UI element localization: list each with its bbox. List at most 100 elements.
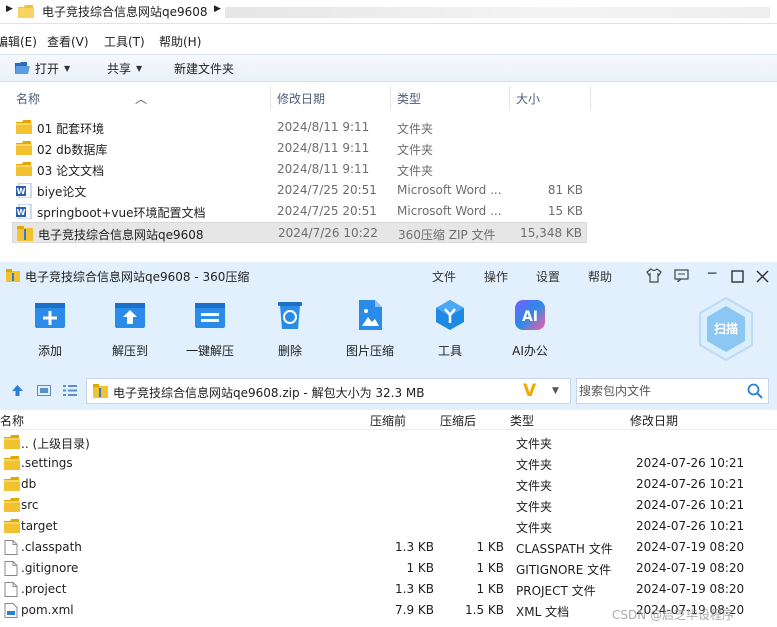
skin-shirt-icon[interactable] — [646, 268, 662, 283]
zip-menu-settings[interactable]: 设置 — [536, 268, 560, 285]
col-date[interactable]: 修改日期 — [277, 90, 325, 107]
file-type: 文件夹 — [397, 143, 434, 157]
file-row[interactable]: 03 论文文档 2024/8/11 9:11 文件夹 — [12, 159, 587, 180]
folder-icon — [4, 435, 20, 450]
feedback-icon[interactable] — [674, 269, 689, 282]
scan-button[interactable]: 扫描 — [697, 296, 755, 362]
zip-title-bar: 电子竞技综合信息网站qe9608 - 360压缩 文件 操作 设置 帮助 ─ — [0, 262, 777, 290]
file-name: 电子竞技综合信息网站qe9608 — [38, 228, 204, 242]
add-button[interactable]: 添加 — [14, 298, 86, 368]
v-logo-icon[interactable]: V — [523, 381, 536, 401]
file-name: 02 db数据库 — [37, 143, 108, 157]
zip-menu-file[interactable]: 文件 — [432, 268, 456, 285]
file-type: 文件夹 — [397, 164, 434, 178]
file-row[interactable]: Wbiye论文 2024/7/25 20:51 Microsoft Word ...… — [12, 180, 587, 201]
menu-bar: 编辑(E) 查看(V) 工具(T) 帮助(H) — [0, 30, 777, 52]
folder-icon — [16, 141, 32, 156]
tools-button[interactable]: 工具 — [414, 298, 486, 368]
col-name[interactable]: 名称 — [16, 90, 40, 107]
svg-text:W: W — [17, 208, 26, 217]
file-row[interactable]: 01 配套环境 2024/8/11 9:11 文件夹 — [12, 117, 587, 138]
up-arrow-icon[interactable] — [11, 384, 24, 397]
close-button[interactable] — [756, 270, 769, 283]
thumbnail-view-icon[interactable] — [37, 385, 51, 396]
entry-type: CLASSPATH 文件 — [516, 542, 613, 556]
sort-up-icon: ︿ — [135, 92, 148, 106]
search-icon[interactable] — [747, 383, 763, 399]
chevron-right-icon[interactable]: ▶ — [214, 4, 221, 14]
archive-entry-row[interactable]: .settings 文件夹 2024-07-26 10:21 — [0, 453, 777, 474]
chevron-right-icon[interactable]: ▶ — [6, 4, 13, 14]
extract-to-button[interactable]: 解压到 — [94, 298, 166, 368]
search-box[interactable] — [576, 378, 769, 404]
entry-name: .project — [21, 582, 67, 596]
entry-name: .settings — [21, 456, 73, 470]
menu-tools[interactable]: 工具(T) — [104, 33, 145, 50]
file-type: Microsoft Word ... — [397, 204, 502, 218]
entry-name: target — [21, 519, 58, 533]
share-button[interactable]: 共享 ▼ — [107, 60, 142, 77]
image-compress-button[interactable]: 图片压缩 — [334, 298, 406, 368]
add-label: 添加 — [37, 344, 62, 358]
entry-date: 2024-07-19 08:20 — [636, 582, 745, 596]
minimize-button[interactable]: ─ — [708, 266, 716, 282]
zip-menu-action[interactable]: 操作 — [484, 268, 508, 285]
file-type: 文件夹 — [397, 122, 434, 136]
menu-edit[interactable]: 编辑(E) — [0, 33, 37, 50]
file-row[interactable]: 02 db数据库 2024/8/11 9:11 文件夹 — [12, 138, 587, 159]
open-folder-icon — [15, 62, 30, 74]
folder-icon — [16, 162, 32, 177]
file-row[interactable]: 电子竞技综合信息网站qe9608 2024/7/26 10:22 360压缩 ZIP… — [12, 222, 587, 243]
folder-icon — [4, 519, 20, 534]
menu-view[interactable]: 查看(V) — [47, 33, 89, 50]
entry-name: db — [21, 477, 37, 491]
entry-date: 2024-07-26 10:21 — [636, 477, 745, 491]
ai-office-button[interactable]: AI AI办公 — [494, 298, 566, 368]
zip-column-header: 名称 压缩前 压缩后 类型 修改日期 — [0, 410, 777, 430]
zip-toolbar: 添加 解压到 一键解压 删除 图片压缩 工具 AI AI办公 扫描 — [0, 290, 777, 372]
zip-col-type[interactable]: 类型 — [510, 412, 534, 429]
share-label: 共享 — [107, 62, 132, 76]
entry-name: .. (上级目录) — [21, 437, 90, 451]
file-row[interactable]: Wspringboot+vue环境配置文档 2024/7/25 20:51 Micr… — [12, 201, 587, 222]
one-click-extract-button[interactable]: 一键解压 — [174, 298, 246, 368]
archive-entry-row[interactable]: .project 1.3 KB 1 KB PROJECT 文件 2024-07-19 0… — [0, 579, 777, 600]
entry-packed: 1.5 KB — [465, 603, 504, 617]
zip-col-modified[interactable]: 修改日期 — [630, 412, 678, 429]
file-type: 360压缩 ZIP 文件 — [398, 228, 496, 242]
entry-size: 1.3 KB — [395, 582, 434, 596]
folder-icon — [16, 120, 32, 135]
search-input[interactable] — [579, 381, 739, 401]
dropdown-arrow-icon[interactable]: ▼ — [552, 386, 559, 396]
col-size[interactable]: 大小 — [516, 90, 540, 107]
breadcrumb-current[interactable]: 电子竞技综合信息网站qe9608 — [42, 3, 208, 20]
word-doc-icon: W — [16, 203, 32, 220]
zip-menu-help[interactable]: 帮助 — [588, 268, 612, 285]
archive-entry-row[interactable]: target 文件夹 2024-07-26 10:21 — [0, 516, 777, 537]
entry-name: src — [21, 498, 39, 512]
menu-help[interactable]: 帮助(H) — [159, 33, 201, 50]
delete-button[interactable]: 删除 — [254, 298, 326, 368]
entry-date: 2024-07-26 10:21 — [636, 519, 745, 533]
list-view-icon[interactable] — [63, 385, 77, 396]
new-folder-button[interactable]: 新建文件夹 — [174, 60, 234, 77]
zip-col-name[interactable]: 名称 — [0, 412, 24, 429]
tools-cube-icon — [436, 300, 464, 330]
archive-entry-row[interactable]: .. (上级目录) 文件夹 — [0, 432, 777, 453]
archive-entry-row[interactable]: db 文件夹 2024-07-26 10:21 — [0, 474, 777, 495]
zip-col-packed[interactable]: 压缩前 — [370, 412, 406, 429]
col-type[interactable]: 类型 — [397, 90, 421, 107]
archive-entry-row[interactable]: .classpath 1.3 KB 1 KB CLASSPATH 文件 2024-07-… — [0, 537, 777, 558]
open-button[interactable]: 打开 ▼ — [15, 60, 70, 77]
address-bar[interactable]: ▶ 电子竞技综合信息网站qe9608 ▶ — [0, 0, 777, 24]
entry-date: 2024-07-19 08:20 — [636, 561, 745, 575]
file-name: 01 配套环境 — [37, 122, 105, 136]
archive-path-box[interactable]: 电子竞技综合信息网站qe9608.zip - 解包大小为 32.3 MB V ▼ — [86, 378, 571, 404]
entry-type: 文件夹 — [516, 458, 553, 472]
maximize-button[interactable] — [731, 270, 744, 283]
zip-col-compressed[interactable]: 压缩后 — [440, 412, 476, 429]
command-bar: 打开 ▼ 共享 ▼ 新建文件夹 — [0, 54, 777, 82]
archive-entry-row[interactable]: .gitignore 1 KB 1 KB GITIGNORE 文件 2024-07-19… — [0, 558, 777, 579]
extract-icon — [115, 303, 145, 328]
archive-entry-row[interactable]: src 文件夹 2024-07-26 10:21 — [0, 495, 777, 516]
